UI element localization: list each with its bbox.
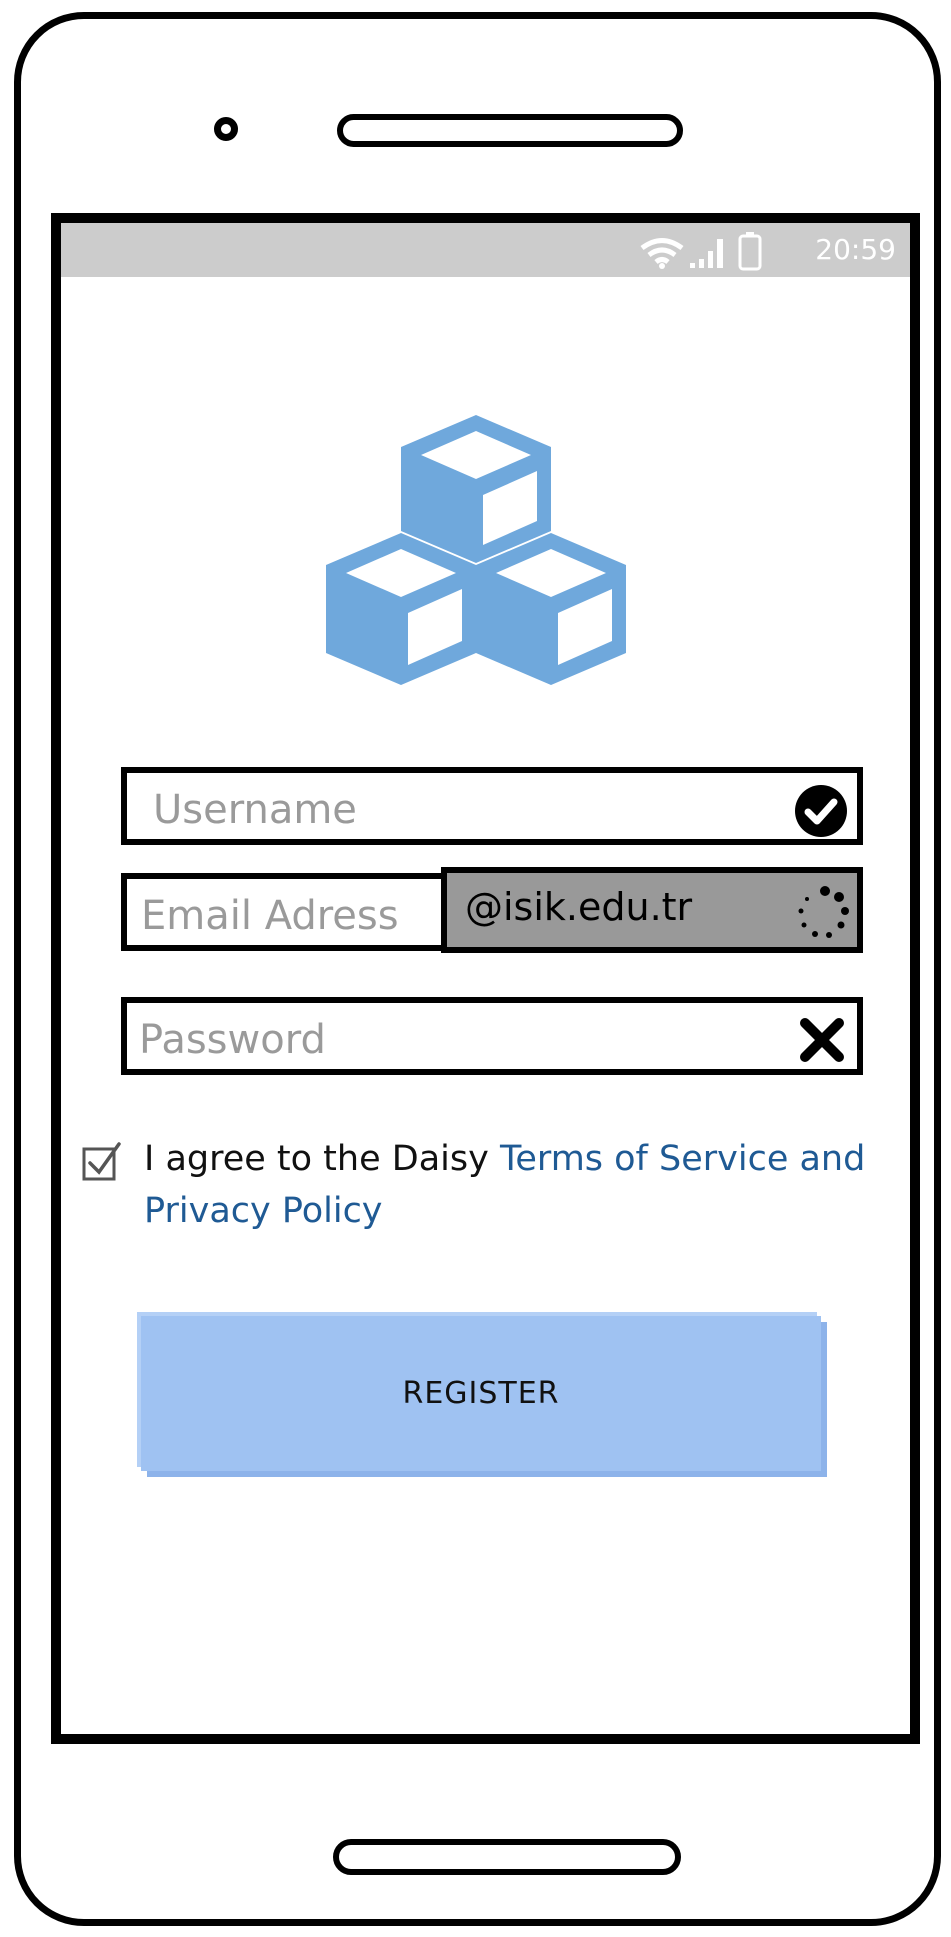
speaker-grille (337, 114, 683, 147)
password-field[interactable]: Password (121, 997, 863, 1075)
wifi-icon (639, 237, 685, 273)
email-placeholder: Email Adress (141, 893, 399, 939)
email-field[interactable]: Email Adress @isik.edu.tr (121, 867, 863, 953)
cubes-logo-icon (311, 413, 641, 693)
email-input[interactable]: Email Adress (121, 873, 471, 951)
loading-spinner-icon (795, 885, 851, 945)
agree-checkbox[interactable] (81, 1141, 123, 1187)
email-domain: @isik.edu.tr (465, 885, 693, 929)
agree-text: I agree to the Daisy Terms of Service an… (144, 1133, 904, 1237)
x-icon (797, 1015, 847, 1069)
signal-icon (688, 235, 728, 273)
username-field[interactable]: Username (121, 767, 863, 845)
register-button[interactable]: REGISTER (141, 1316, 821, 1471)
check-circle-icon (793, 783, 849, 843)
email-domain-box: @isik.edu.tr (441, 867, 863, 953)
phone-screen: 20:59 Username Email Adress @isik.edu.tr… (51, 213, 920, 1744)
agree-prefix: I agree to the Daisy (144, 1139, 500, 1179)
status-time: 20:59 (815, 233, 896, 266)
camera-icon (214, 117, 238, 141)
home-button[interactable] (333, 1839, 681, 1875)
username-placeholder: Username (153, 787, 357, 833)
battery-icon (738, 231, 762, 275)
password-placeholder: Password (139, 1017, 326, 1063)
register-label: REGISTER (402, 1376, 560, 1411)
status-bar: 20:59 (61, 223, 910, 277)
